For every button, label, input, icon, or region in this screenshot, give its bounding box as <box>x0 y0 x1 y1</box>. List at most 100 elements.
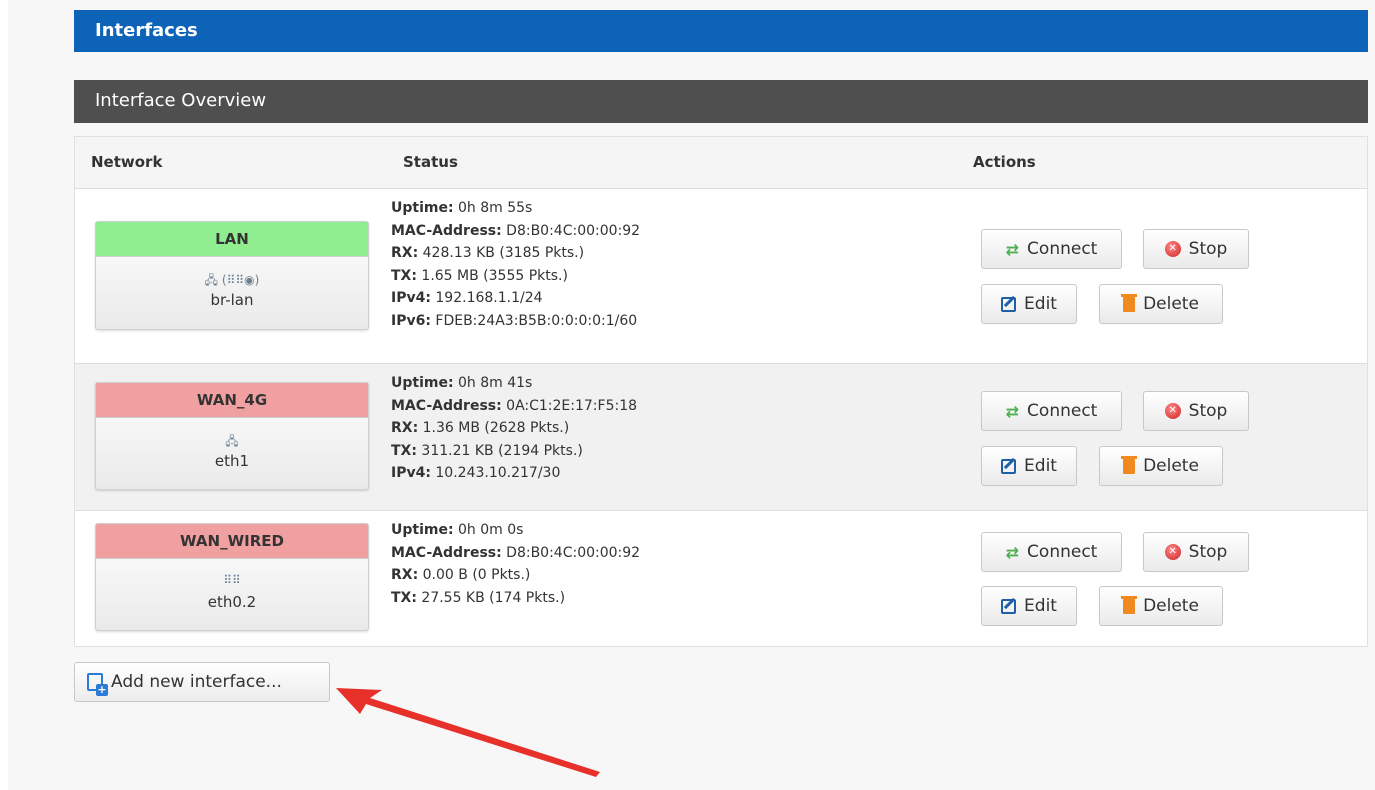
edit-icon <box>1001 458 1017 474</box>
network-device-icons: 🖧 <box>96 432 368 450</box>
network-device-icons: 🖧 (⠿⠿◉) <box>96 271 368 289</box>
edit-label: Edit <box>1024 456 1057 476</box>
connect-button-lan[interactable]: ⇄ Connect <box>981 229 1122 269</box>
mac-value: D8:B0:4C:00:00:92 <box>506 544 641 561</box>
stop-icon: ✕ <box>1164 403 1181 419</box>
stop-button-wan-wired[interactable]: ✕ Stop <box>1143 532 1249 572</box>
edit-icon <box>1001 296 1017 312</box>
tx-label: TX: <box>391 442 417 459</box>
table-row-wan-wired: WAN_WIRED ⠿⠿ eth0.2 Uptime: 0h 0m 0s MAC… <box>75 511 1367 648</box>
trash-icon <box>1121 595 1138 614</box>
network-device-name: eth0.2 <box>207 593 257 611</box>
add-new-interface-label: Add new interface... <box>111 672 282 692</box>
mac-value: 0A:C1:2E:17:F5:18 <box>506 397 638 414</box>
stop-label: Stop <box>1188 542 1228 562</box>
mac-label: MAC-Address: <box>391 397 502 414</box>
network-name: LAN <box>96 222 368 257</box>
rx-value: 0.00 B (0 Pkts.) <box>422 567 531 583</box>
ipv6-value: FDEB:24A3:B5B:0:0:0:0:1/60 <box>435 312 638 329</box>
rx-label: RX: <box>391 420 419 436</box>
header-actions: Actions <box>973 153 1036 171</box>
mac-value: D8:B0:4C:00:00:92 <box>506 222 641 239</box>
edit-button-wan-4g[interactable]: Edit <box>981 446 1077 486</box>
status-block-wan-4g: Uptime: 0h 8m 41s MAC-Address: 0A:C1:2E:… <box>391 372 637 485</box>
network-device-name: br-lan <box>210 291 254 309</box>
rx-value: 428.13 KB (3185 Pkts.) <box>422 245 585 261</box>
delete-label: Delete <box>1143 456 1199 476</box>
table-header-row: Network Status Actions <box>75 137 1367 189</box>
refresh-icon: ⇄ <box>1005 401 1020 421</box>
network-device-icons: ⠿⠿ <box>96 573 368 591</box>
stop-icon: ✕ <box>1164 544 1181 560</box>
network-badge-wan-wired[interactable]: WAN_WIRED ⠿⠿ eth0.2 <box>95 523 369 631</box>
wireless-icon: ◉) <box>244 273 260 287</box>
edit-label: Edit <box>1024 596 1057 616</box>
ipv4-value: 192.168.1.1/24 <box>435 290 543 306</box>
add-new-interface-button[interactable]: Add new interface... <box>74 662 330 702</box>
edit-button-lan[interactable]: Edit <box>981 284 1077 324</box>
network-device-name: eth1 <box>214 452 250 470</box>
header-status: Status <box>403 153 458 171</box>
mac-label: MAC-Address: <box>391 544 502 561</box>
switch-port-icon: ⠿⠿ <box>223 573 241 587</box>
ethernet-port-icon: 🖧 <box>225 434 239 448</box>
uptime-value: 0h 0m 0s <box>458 522 524 538</box>
stop-button-lan[interactable]: ✕ Stop <box>1143 229 1249 269</box>
connect-button-wan-4g[interactable]: ⇄ Connect <box>981 391 1122 431</box>
edit-label: Edit <box>1024 294 1057 314</box>
delete-button-wan-4g[interactable]: Delete <box>1099 446 1223 486</box>
table-row-wan-4g: WAN_4G 🖧 eth1 Uptime: 0h 8m 41s MAC-Addr… <box>75 364 1367 511</box>
trash-icon <box>1121 293 1138 312</box>
connect-label: Connect <box>1027 239 1098 259</box>
interfaces-table: Network Status Actions LAN 🖧 (⠿⠿◉) br-la… <box>74 136 1368 647</box>
rx-value: 1.36 MB (2628 Pkts.) <box>422 420 570 436</box>
stop-button-wan-4g[interactable]: ✕ Stop <box>1143 391 1249 431</box>
ipv4-label: IPv4: <box>391 465 431 481</box>
annotation-arrow-icon <box>336 688 600 777</box>
status-block-lan: Uptime: 0h 8m 55s MAC-Address: D8:B0:4C:… <box>391 197 640 332</box>
edit-icon <box>1001 598 1017 614</box>
mac-label: MAC-Address: <box>391 222 502 239</box>
network-name: WAN_4G <box>96 383 368 418</box>
tx-value: 27.55 KB (174 Pkts.) <box>421 589 566 606</box>
rx-label: RX: <box>391 567 419 583</box>
delete-label: Delete <box>1143 294 1199 314</box>
rx-label: RX: <box>391 245 419 261</box>
tx-label: TX: <box>391 267 417 284</box>
uptime-value: 0h 8m 41s <box>458 375 533 391</box>
bridge-icon: (⠿⠿ <box>221 273 245 287</box>
uptime-label: Uptime: <box>391 375 454 391</box>
status-block-wan-wired: Uptime: 0h 0m 0s MAC-Address: D8:B0:4C:0… <box>391 519 640 609</box>
network-badge-wan-4g[interactable]: WAN_4G 🖧 eth1 <box>95 382 369 490</box>
connect-label: Connect <box>1027 542 1098 562</box>
section-title: Interface Overview <box>74 80 1368 123</box>
delete-button-lan[interactable]: Delete <box>1099 284 1223 324</box>
trash-icon <box>1121 455 1138 474</box>
connect-label: Connect <box>1027 401 1098 421</box>
delete-label: Delete <box>1143 596 1199 616</box>
network-name: WAN_WIRED <box>96 524 368 559</box>
delete-button-wan-wired[interactable]: Delete <box>1099 586 1223 626</box>
ipv6-label: IPv6: <box>391 312 431 329</box>
page-title: Interfaces <box>74 10 1368 52</box>
add-document-icon <box>87 673 108 696</box>
uptime-label: Uptime: <box>391 522 454 538</box>
refresh-icon: ⇄ <box>1005 239 1020 259</box>
tx-value: 311.21 KB (2194 Pkts.) <box>421 442 583 459</box>
uptime-label: Uptime: <box>391 200 454 216</box>
tx-label: TX: <box>391 589 417 606</box>
header-network: Network <box>91 153 163 171</box>
table-row-lan: LAN 🖧 (⠿⠿◉) br-lan Uptime: 0h 8m 55s MAC… <box>75 189 1367 364</box>
network-badge-lan[interactable]: LAN 🖧 (⠿⠿◉) br-lan <box>95 221 369 330</box>
uptime-value: 0h 8m 55s <box>458 200 533 216</box>
stop-label: Stop <box>1188 239 1228 259</box>
stop-label: Stop <box>1188 401 1228 421</box>
ipv4-value: 10.243.10.217/30 <box>435 465 561 481</box>
ethernet-port-icon: 🖧 <box>204 273 219 287</box>
ipv4-label: IPv4: <box>391 290 431 306</box>
edit-button-wan-wired[interactable]: Edit <box>981 586 1077 626</box>
stop-icon: ✕ <box>1164 241 1181 257</box>
connect-button-wan-wired[interactable]: ⇄ Connect <box>981 532 1122 572</box>
tx-value: 1.65 MB (3555 Pkts.) <box>421 267 568 284</box>
refresh-icon: ⇄ <box>1005 542 1020 562</box>
